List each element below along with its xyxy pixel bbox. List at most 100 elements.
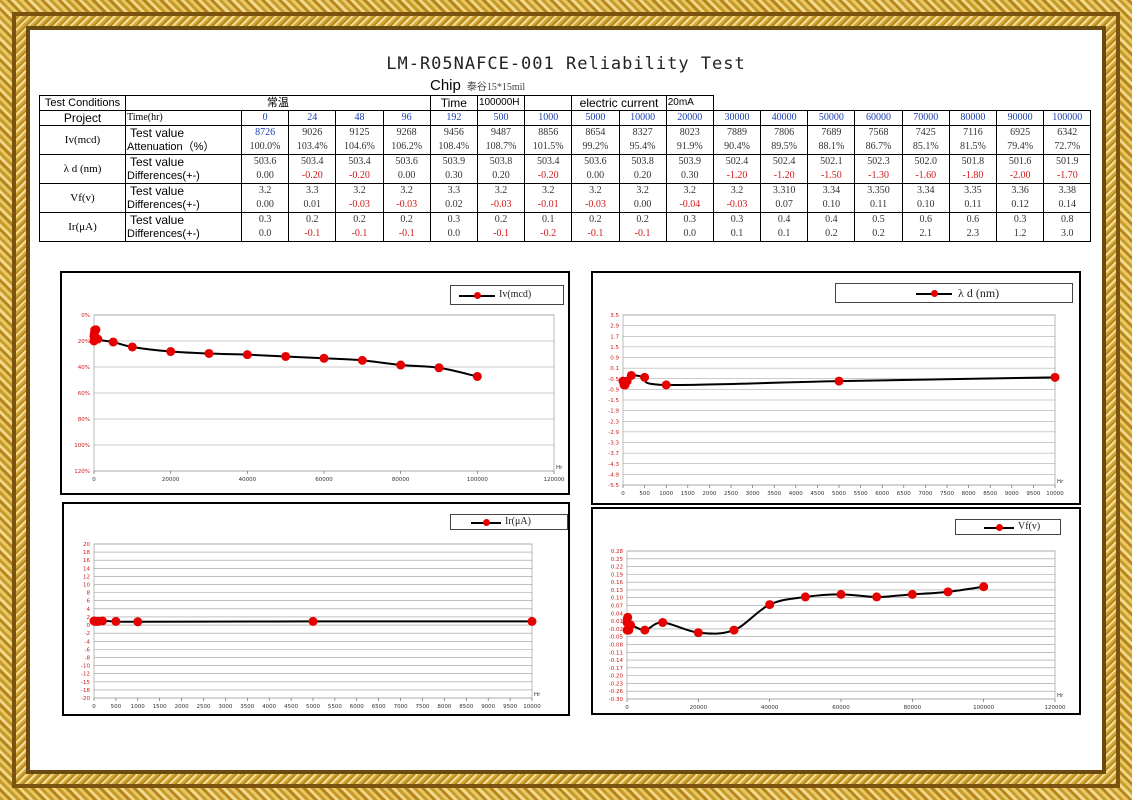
table-row: Vf(v) Test value 3.2 3.3 3.2 3.2 3.3 3.2 3.2 3.2 3…: [39, 183, 1092, 213]
value-cell: 9487: [476, 125, 526, 140]
x-tick-label: 2500: [724, 491, 738, 497]
x-tick-label: 7500: [416, 704, 430, 710]
value-cell: 502.4: [760, 154, 809, 169]
x-tick-label: 40000: [239, 477, 257, 483]
data-point: [308, 616, 318, 626]
y-tick-label: 0.13: [611, 588, 624, 594]
value-cell: -0.03: [712, 198, 762, 213]
value-cell: 0.12: [996, 198, 1045, 213]
table-row: Attenuation（%） 100.0% 103.4% 104.6% 106.2% 10…: [40, 140, 1092, 155]
data-point: [834, 376, 844, 386]
data-point: [204, 348, 214, 358]
value-cell: 0.6: [901, 212, 950, 227]
value-cell: -0.20: [288, 169, 337, 184]
data-point: [872, 592, 882, 602]
value-cell: 72.7%: [1043, 140, 1092, 155]
data-point: [127, 342, 137, 352]
value-cell: 503.9: [665, 154, 714, 169]
value-cell: 0.2: [288, 212, 337, 227]
y-tick-label: -18: [81, 688, 90, 694]
data-point: [242, 350, 252, 360]
value-cell: 79.4%: [996, 140, 1045, 155]
value-cell: 0.3: [665, 212, 714, 227]
x-tick-label: 500: [111, 704, 122, 710]
value-cell: -0.20: [524, 169, 573, 184]
value-cell: 104.6%: [335, 140, 384, 155]
row-group-label: Ir(μA): [39, 212, 126, 242]
data-point: [800, 592, 810, 602]
value-cell: 503.6: [571, 154, 620, 169]
x-tick-label: 40000: [761, 705, 779, 711]
value-cell: 81.5%: [948, 140, 998, 155]
value-cell: 0.30: [665, 169, 714, 184]
x-tick-label: 1500: [681, 491, 695, 497]
value-cell: 503.9: [429, 154, 478, 169]
conditions-row: Test Conditions 常温 Time 100000H electric cur…: [39, 95, 1091, 111]
data-point: [943, 587, 953, 597]
value-cell: 0.20: [618, 169, 667, 184]
x-tick-label: 4500: [810, 491, 824, 497]
time-cell: 96: [382, 110, 431, 126]
current-label: electric current: [571, 95, 667, 111]
value-cell: 0.14: [1043, 198, 1092, 213]
value-cell: -0.1: [476, 227, 526, 242]
x-tick-label: 1000: [131, 704, 145, 710]
y-tick-label: -0.23: [609, 681, 624, 687]
x-tick-label: 0: [92, 477, 96, 483]
value-cell: 0.2: [618, 212, 667, 227]
x-tick-label: 10000: [523, 704, 541, 710]
y-tick-label: 0.25: [611, 557, 624, 563]
value-cell: 7568: [854, 125, 903, 140]
value-cell: 6925: [996, 125, 1045, 140]
value-cell: 0.2: [382, 212, 431, 227]
value-cell: 3.0: [1043, 227, 1092, 242]
data-point: [765, 600, 775, 610]
report-title: LM-R05NAFCE-001 Reliability Test: [386, 54, 746, 74]
value-cell: 6342: [1043, 125, 1092, 140]
y-tick-label: 0.07: [611, 604, 624, 610]
value-cell: 0.00: [382, 169, 431, 184]
time-cell: 90000: [996, 110, 1045, 126]
y-tick-label: -0.17: [609, 666, 624, 672]
time-cell: 100000: [1043, 110, 1092, 126]
value-cell: 501.8: [948, 154, 998, 169]
x-tick-label: 2000: [702, 491, 716, 497]
test-conditions-label: Test Conditions: [39, 95, 126, 111]
x-tick-label: 6000: [350, 704, 364, 710]
value-cell: -0.2: [524, 227, 573, 242]
y-tick-label: -15: [81, 680, 90, 686]
x-tick-label: 120000: [1045, 705, 1066, 711]
value-cell: 501.6: [996, 154, 1045, 169]
value-cell: 1.2: [996, 227, 1045, 242]
y-tick-label: 0.9: [610, 356, 619, 362]
row-sub-label: Test value: [125, 154, 242, 169]
wavelength-chart-plot: 3.5 2.9 1.7 1.5 0.9 0.1 -0.5 -0.9 -1.5 -1.9 -2.3 -2…: [608, 313, 1064, 497]
reliability-table: Test Conditions 常温 Time 100000H electric cur…: [39, 95, 1092, 242]
y-tick-label: 0.1: [610, 366, 619, 372]
row-sub-label: Differences(+-): [125, 227, 242, 242]
data-point: [108, 337, 118, 347]
value-cell: 8856: [524, 125, 573, 140]
x-tick-label: 9500: [503, 704, 517, 710]
value-cell: 7425: [901, 125, 950, 140]
data-point: [111, 616, 121, 626]
value-cell: 8327: [618, 125, 667, 140]
vf-chart: 0.28 0.25 0.22 0.19 0.16 0.13 0.10 0.07 0.04 0.01…: [591, 507, 1081, 715]
row-group-label: λ d (nm): [39, 154, 126, 184]
value-cell: 3.3: [429, 183, 478, 198]
y-tick-label: 0: [87, 623, 91, 629]
x-tick-label: 5500: [854, 491, 868, 497]
report-sheet: LM-R05NAFCE-001 Reliability Test Chip 泰谷1…: [30, 30, 1102, 770]
value-cell: 3.310: [760, 183, 809, 198]
data-point: [623, 612, 633, 622]
value-cell: 0.1: [760, 227, 809, 242]
x-tick-label: 4000: [789, 491, 803, 497]
value-cell: 90.4%: [712, 140, 762, 155]
time-cell: 48: [335, 110, 384, 126]
x-tick-label: 4500: [284, 704, 298, 710]
y-tick-label: -0.14: [609, 658, 624, 664]
x-tick-label: 500: [639, 491, 650, 497]
y-tick-label: 4: [87, 607, 91, 613]
y-tick-label: 16: [83, 558, 90, 564]
value-cell: 502.3: [854, 154, 903, 169]
